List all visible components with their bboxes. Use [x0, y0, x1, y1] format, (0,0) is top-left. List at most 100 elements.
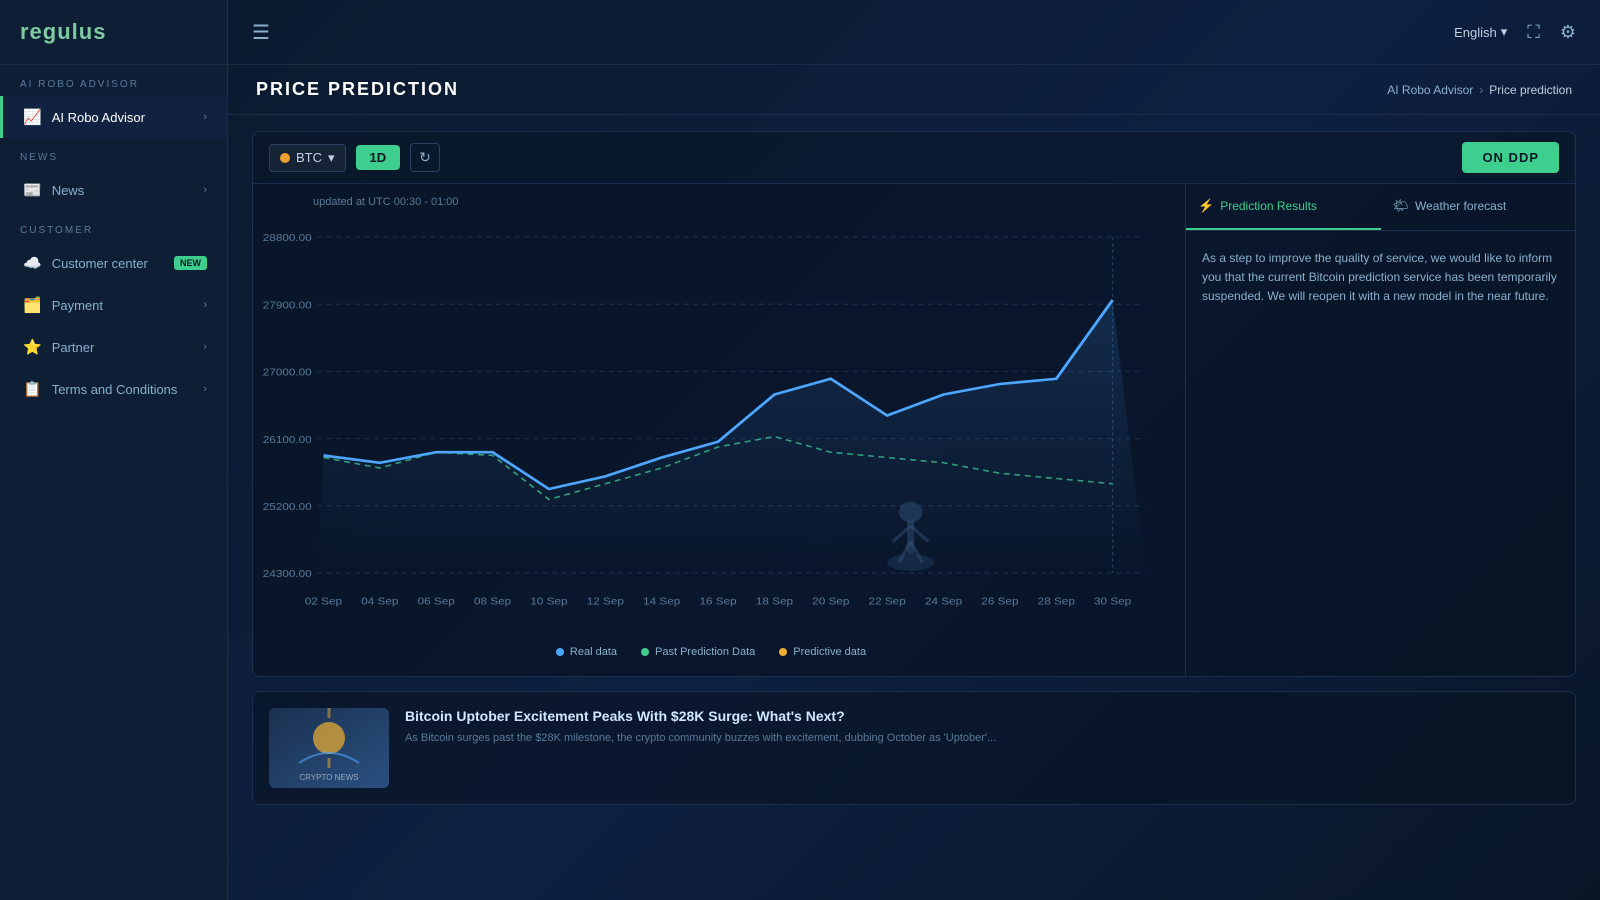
breadcrumb-separator: › [1479, 83, 1483, 97]
svg-text:22 Sep: 22 Sep [869, 596, 906, 607]
sidebar-item-label: Terms and Conditions [52, 382, 194, 397]
svg-text:27900.00: 27900.00 [263, 300, 312, 311]
chart-toolbar: BTC ▾ 1D ↻ ON DDP [252, 131, 1576, 183]
sidebar-item-partner[interactable]: ⭐ Partner › [0, 326, 227, 368]
timeframe-button[interactable]: 1D [356, 145, 401, 170]
news-icon: 📰 [23, 181, 42, 199]
btc-dot [280, 153, 290, 163]
news-body: Bitcoin Uptober Excitement Peaks With $2… [405, 708, 996, 788]
weather-icon: 🌤 [1393, 198, 1410, 214]
svg-text:CRYPTO NEWS: CRYPTO NEWS [299, 773, 358, 782]
sidebar-item-label: AI Robo Advisor [52, 110, 194, 125]
sidebar-logo: regulus [0, 0, 227, 65]
sidebar-section-news: NEWS [0, 138, 227, 169]
sidebar-item-news[interactable]: 📰 News › [0, 169, 227, 211]
coin-selector[interactable]: BTC ▾ [269, 144, 346, 172]
prediction-notice-text: As a step to improve the quality of serv… [1202, 249, 1559, 307]
chart-legend: Real data Past Prediction Data Predictiv… [253, 636, 1169, 664]
news-title: Bitcoin Uptober Excitement Peaks With $2… [405, 708, 996, 724]
hamburger-icon[interactable]: ☰ [252, 20, 270, 45]
chart-container: updated at UTC 00:30 - 01:00 28800.00 27… [252, 183, 1186, 677]
panel-tabs: ⚡ Prediction Results 🌤 Weather forecast [1186, 184, 1575, 231]
tab-weather-forecast[interactable]: 🌤 Weather forecast [1381, 184, 1576, 230]
sidebar-item-payment[interactable]: 🗂️ Payment › [0, 284, 227, 326]
sidebar-section-customer: CUSTOMER [0, 211, 227, 242]
svg-text:24 Sep: 24 Sep [925, 596, 962, 607]
on-ddp-button[interactable]: ON DDP [1462, 142, 1559, 173]
chart-icon: 📈 [23, 108, 42, 126]
legend-dot-past [641, 648, 649, 656]
svg-text:02 Sep: 02 Sep [305, 596, 342, 607]
svg-text:04 Sep: 04 Sep [361, 596, 398, 607]
sidebar-item-ai-robo-advisor[interactable]: 📈 AI Robo Advisor › [0, 96, 227, 138]
sidebar-item-label: Partner [52, 340, 194, 355]
news-excerpt: As Bitcoin surges past the $28K mileston… [405, 730, 996, 747]
svg-text:08 Sep: 08 Sep [474, 596, 511, 607]
price-chart: 28800.00 27900.00 27000.00 26100.00 2520… [253, 216, 1169, 636]
news-thumbnail-svg: CRYPTO NEWS [269, 708, 389, 788]
settings-icon[interactable]: ⚙ [1560, 22, 1576, 43]
svg-text:18 Sep: 18 Sep [756, 596, 793, 607]
svg-text:10 Sep: 10 Sep [530, 596, 567, 607]
sidebar-item-terms[interactable]: 📋 Terms and Conditions › [0, 368, 227, 410]
tab-weather-label: Weather forecast [1415, 199, 1506, 213]
coin-label: BTC [296, 150, 322, 165]
news-thumbnail: CRYPTO NEWS [269, 708, 389, 788]
sidebar-item-label: News [52, 183, 194, 198]
sidebar-item-label: Customer center [52, 256, 164, 271]
legend-predictive-data: Predictive data [779, 646, 866, 658]
refresh-button[interactable]: ↻ [410, 143, 440, 172]
svg-text:30 Sep: 30 Sep [1094, 596, 1131, 607]
new-badge: New [174, 256, 207, 270]
legend-real-data: Real data [556, 646, 617, 658]
page-title: PRICE PREDICTION [256, 79, 459, 100]
svg-text:06 Sep: 06 Sep [418, 596, 455, 607]
legend-label-real: Real data [570, 646, 617, 658]
terms-icon: 📋 [23, 380, 42, 398]
chevron-down-icon: ▾ [1501, 24, 1508, 40]
sidebar: regulus AI ROBO ADVISOR 📈 AI Robo Adviso… [0, 0, 228, 900]
chevron-right-icon: › [203, 111, 207, 123]
svg-text:28800.00: 28800.00 [263, 233, 312, 244]
legend-label-predictive: Predictive data [793, 646, 866, 658]
main-content: ☰ English ▾ ⛶ ⚙ PRICE PREDICTION AI Robo… [228, 0, 1600, 900]
svg-text:27000.00: 27000.00 [263, 367, 312, 378]
chevron-right-icon: › [203, 383, 207, 395]
tab-prediction-label: Prediction Results [1220, 199, 1317, 213]
svg-text:14 Sep: 14 Sep [643, 596, 680, 607]
legend-dot-predictive [779, 648, 787, 656]
breadcrumb-root[interactable]: AI Robo Advisor [1387, 83, 1473, 97]
prediction-icon: ⚡ [1198, 198, 1214, 214]
chevron-right-icon: › [203, 184, 207, 196]
tab-prediction-results[interactable]: ⚡ Prediction Results [1186, 184, 1381, 230]
svg-text:26100.00: 26100.00 [263, 434, 312, 445]
chart-updated-label: updated at UTC 00:30 - 01:00 [253, 196, 1169, 216]
legend-past-prediction: Past Prediction Data [641, 646, 755, 658]
language-label: English [1454, 25, 1497, 40]
panel-prediction-content: As a step to improve the quality of serv… [1186, 231, 1575, 325]
legend-label-past: Past Prediction Data [655, 646, 755, 658]
breadcrumb-current: Price prediction [1489, 83, 1572, 97]
legend-dot-real [556, 648, 564, 656]
page-header: PRICE PREDICTION AI Robo Advisor › Price… [228, 65, 1600, 115]
fullscreen-icon[interactable]: ⛶ [1527, 22, 1540, 43]
customer-icon: ☁️ [23, 254, 42, 272]
sidebar-item-customer-center[interactable]: ☁️ Customer center New [0, 242, 227, 284]
language-selector[interactable]: English ▾ [1454, 24, 1507, 40]
chart-svg-wrapper: 28800.00 27900.00 27000.00 26100.00 2520… [253, 216, 1169, 636]
svg-text:28 Sep: 28 Sep [1038, 596, 1075, 607]
logo-text: regulus [20, 19, 106, 45]
right-panel: ⚡ Prediction Results 🌤 Weather forecast … [1186, 183, 1576, 677]
breadcrumb: AI Robo Advisor › Price prediction [1387, 83, 1572, 97]
chevron-right-icon: › [203, 299, 207, 311]
topbar: ☰ English ▾ ⛶ ⚙ [228, 0, 1600, 65]
chart-main-row: updated at UTC 00:30 - 01:00 28800.00 27… [252, 183, 1576, 677]
svg-text:12 Sep: 12 Sep [587, 596, 624, 607]
sidebar-section-ai: AI ROBO ADVISOR [0, 65, 227, 96]
svg-text:20 Sep: 20 Sep [812, 596, 849, 607]
sidebar-item-label: Payment [52, 298, 194, 313]
content-area: BTC ▾ 1D ↻ ON DDP updated at UTC 00:30 -… [228, 115, 1600, 900]
news-section[interactable]: CRYPTO NEWS Bitcoin Uptober Excitement P… [252, 691, 1576, 805]
svg-text:26 Sep: 26 Sep [981, 596, 1018, 607]
svg-text:25200.00: 25200.00 [263, 502, 312, 513]
